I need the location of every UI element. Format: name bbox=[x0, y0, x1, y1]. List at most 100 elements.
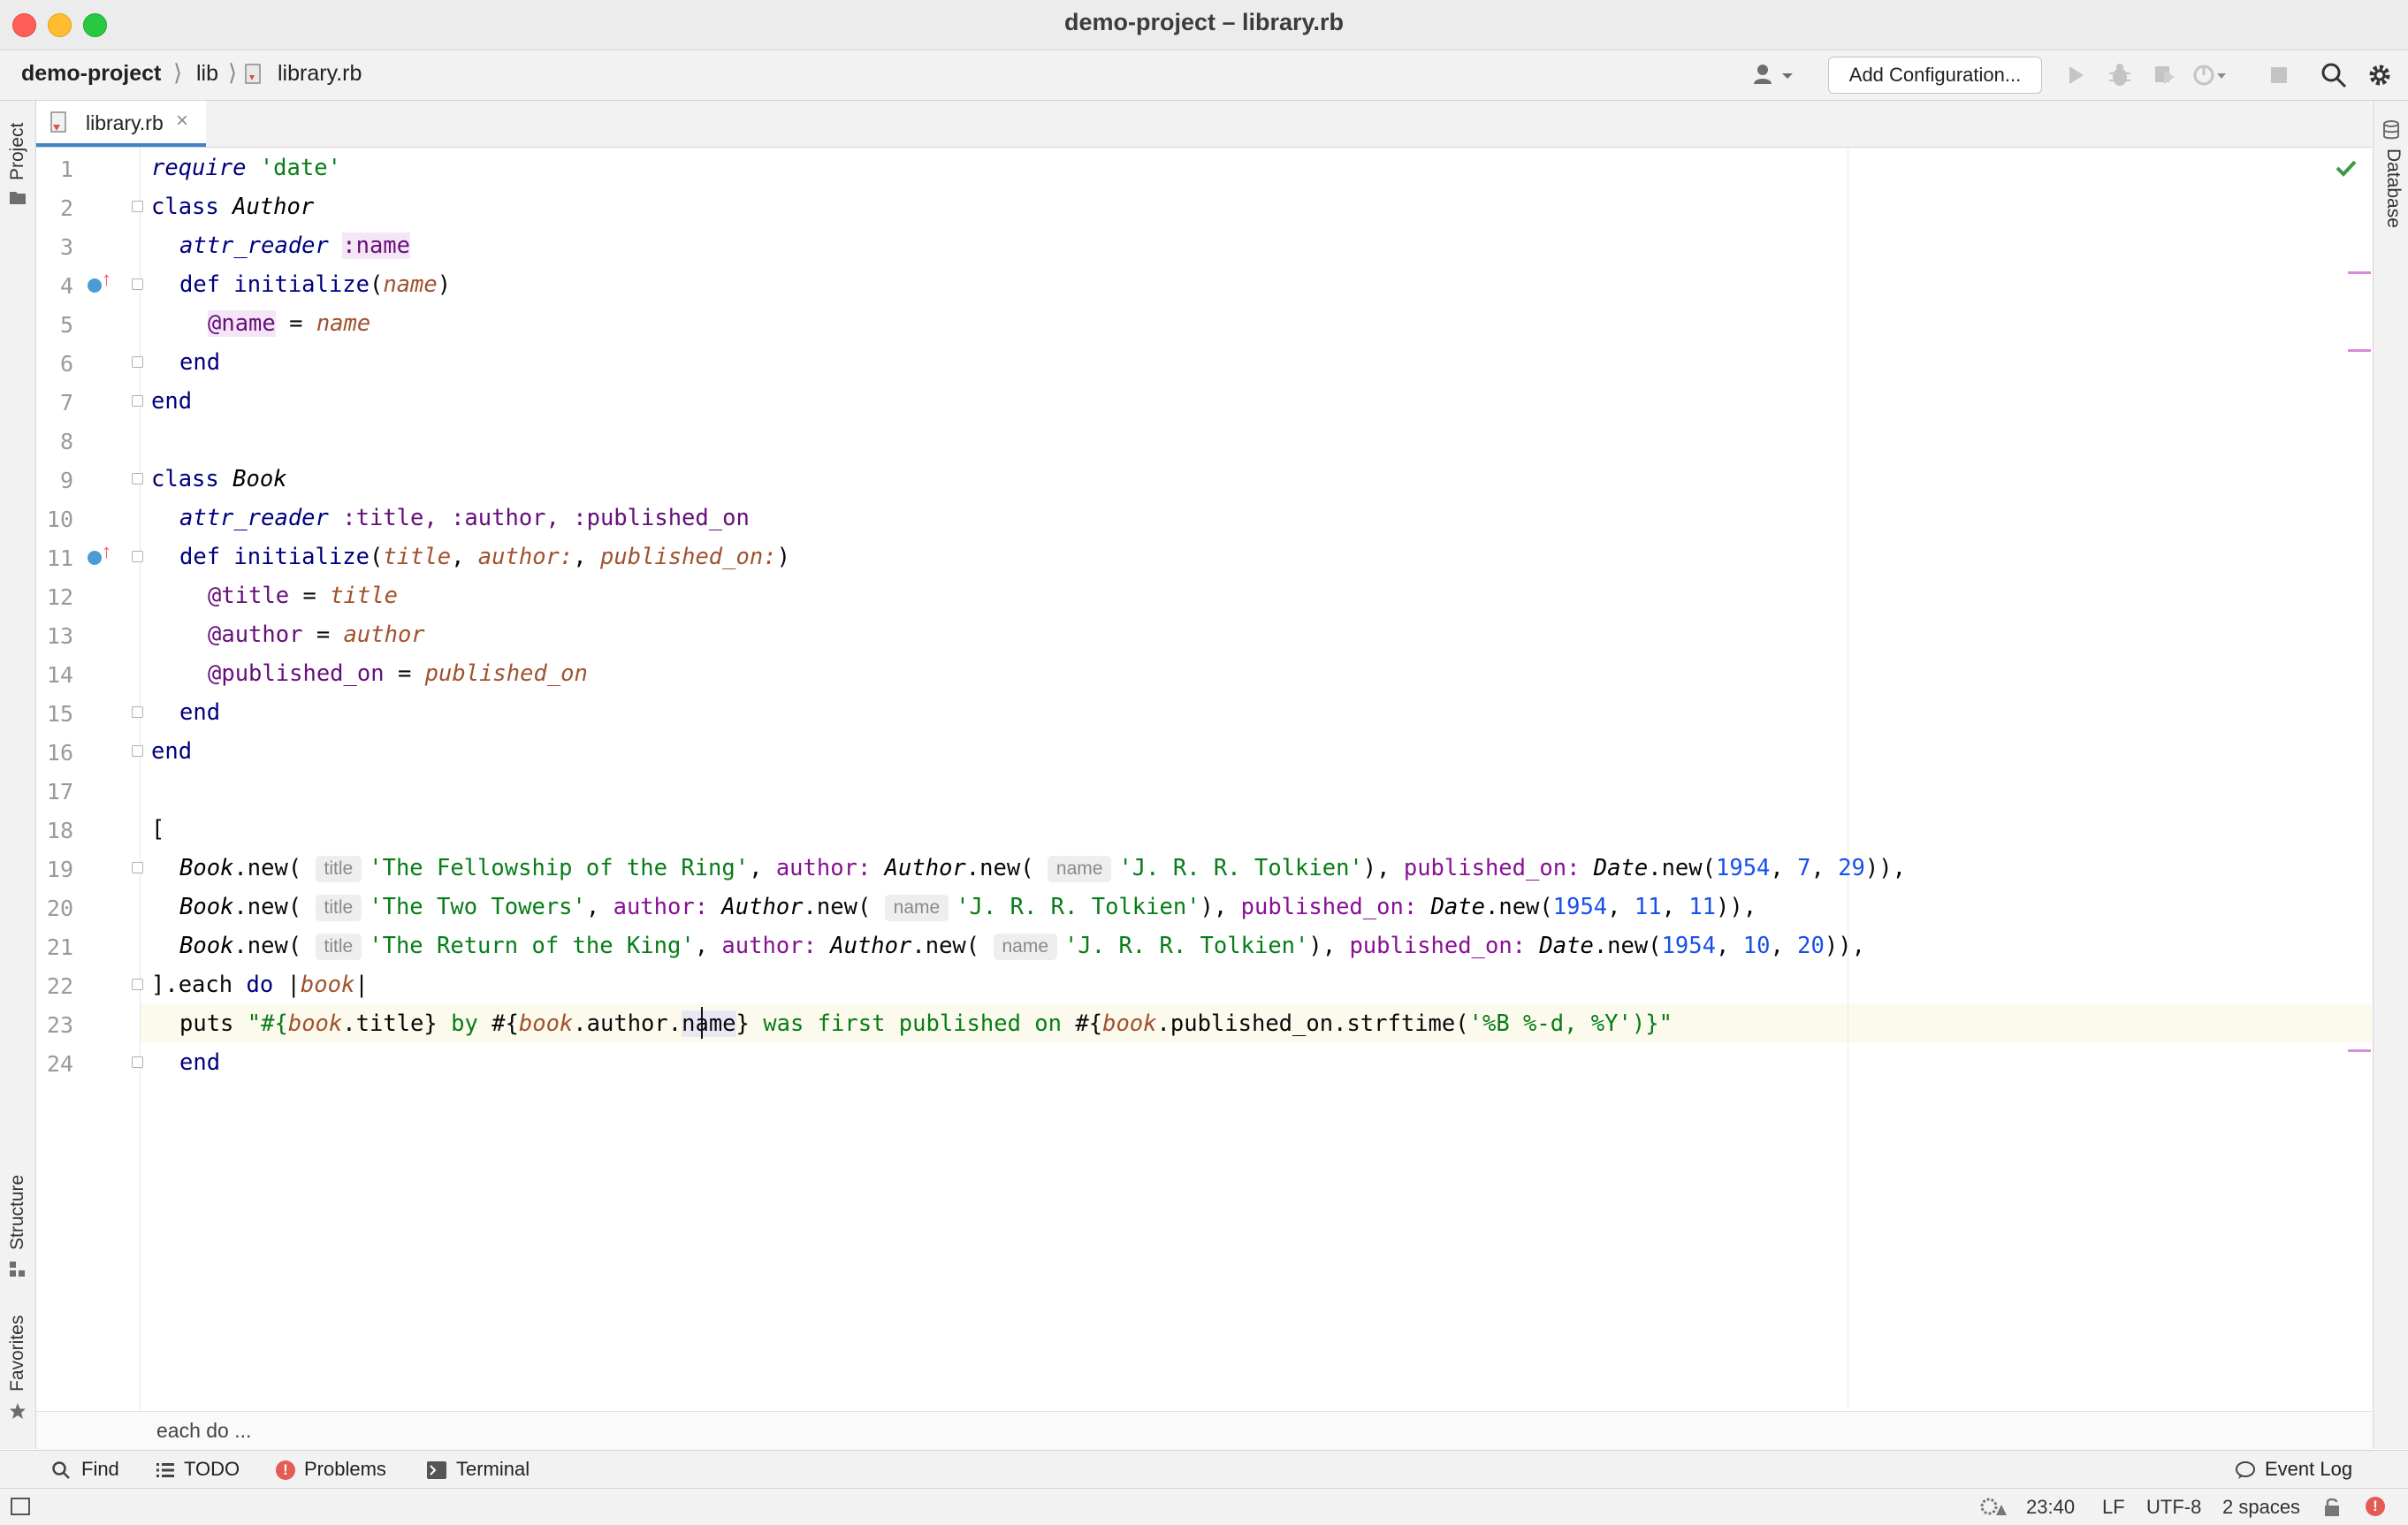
notification-error-icon[interactable]: ! bbox=[2366, 1497, 2385, 1516]
breadcrumb-lib[interactable]: lib bbox=[196, 61, 218, 87]
fold-marker-icon[interactable] bbox=[132, 1056, 143, 1068]
coverage-icon[interactable] bbox=[2150, 61, 2178, 89]
project-tool-tab[interactable]: Project bbox=[7, 123, 28, 180]
breadcrumb-file[interactable]: library.rb bbox=[278, 61, 362, 87]
profile-icon[interactable] bbox=[2192, 61, 2226, 89]
code-line-3: attr_reader :name bbox=[179, 233, 411, 259]
code-token: end bbox=[179, 699, 221, 726]
fold-marker-icon[interactable] bbox=[132, 979, 143, 990]
line-number: 11 bbox=[46, 545, 73, 571]
code-line-1: require 'date' bbox=[151, 155, 341, 181]
code-token: } bbox=[735, 1010, 764, 1037]
code-token: author: bbox=[613, 894, 709, 920]
todo-tool-button[interactable]: TODO bbox=[184, 1458, 240, 1481]
run-icon[interactable] bbox=[2061, 61, 2090, 89]
code-token: 11 bbox=[1688, 894, 1717, 920]
code-token: .new( bbox=[1593, 933, 1662, 959]
code-token: author: bbox=[721, 933, 817, 959]
gear-warning-icon[interactable] bbox=[1978, 1496, 2008, 1523]
breadcrumb-project[interactable]: demo-project bbox=[21, 61, 161, 87]
code-token: 'date' bbox=[259, 155, 341, 181]
code-token: , bbox=[1716, 933, 1743, 959]
code-token: .new( bbox=[233, 855, 302, 881]
code-token: Date bbox=[1593, 855, 1649, 881]
code-token: def bbox=[179, 271, 221, 298]
lock-icon[interactable] bbox=[2323, 1497, 2341, 1522]
structure-tool-tab[interactable]: Structure bbox=[7, 1175, 28, 1250]
line-number: 13 bbox=[46, 623, 73, 649]
vcs-user-icon[interactable] bbox=[1752, 61, 1793, 89]
code-token: require bbox=[151, 155, 247, 181]
fold-marker-icon[interactable] bbox=[132, 745, 143, 757]
fold-marker-icon[interactable] bbox=[132, 201, 143, 212]
find-tool-button[interactable]: Find bbox=[81, 1458, 119, 1481]
fold-marker-icon[interactable] bbox=[132, 551, 143, 562]
window-title: demo-project – library.rb bbox=[1063, 9, 1345, 35]
database-tool-tab[interactable]: Database bbox=[2382, 149, 2404, 228]
event-log-tool-button[interactable]: Event Log bbox=[2265, 1458, 2352, 1481]
code-line-20: Book.new( title 'The Two Towers', author:… bbox=[179, 894, 1757, 921]
code-line-23: puts "#{book.title} by #{book.author.nam… bbox=[179, 1010, 1673, 1037]
close-tab-icon[interactable]: × bbox=[176, 109, 188, 133]
code-token: Book bbox=[179, 933, 234, 959]
code-token: class bbox=[151, 194, 219, 220]
fold-marker-icon[interactable] bbox=[132, 473, 143, 484]
code-token: )), bbox=[1716, 894, 1757, 920]
code-token: :title, :author, :published_on bbox=[342, 505, 750, 531]
override-marker-icon[interactable] bbox=[88, 278, 102, 293]
line-number: 4 bbox=[59, 273, 73, 299]
code-token: 1954 bbox=[1552, 894, 1608, 920]
fold-marker-icon[interactable] bbox=[132, 356, 143, 368]
code-token: Author bbox=[830, 933, 912, 959]
line-number: 6 bbox=[59, 351, 73, 377]
code-token: )}" bbox=[1631, 1010, 1673, 1037]
code-token: , bbox=[1661, 894, 1689, 920]
checkmark-icon[interactable] bbox=[2335, 158, 2358, 182]
code-token: ), bbox=[1200, 894, 1241, 920]
code-token: [ bbox=[151, 816, 165, 843]
line-number: 19 bbox=[46, 857, 73, 882]
code-editor[interactable]: 1 2 3 4 5 6 7 8 9 10 11 12 13 14 15 16 1… bbox=[36, 148, 2372, 1410]
code-line-24: end bbox=[179, 1049, 220, 1076]
code-token: published_on: bbox=[1240, 894, 1418, 920]
parameter-hint: title bbox=[315, 856, 362, 882]
code-token: 'The Fellowship of the Ring' bbox=[369, 855, 750, 881]
override-marker-icon[interactable] bbox=[88, 551, 102, 565]
code-token: title bbox=[383, 544, 452, 570]
file-encoding[interactable]: UTF-8 bbox=[2146, 1496, 2201, 1519]
terminal-tool-button[interactable]: Terminal bbox=[456, 1458, 530, 1481]
line-separator[interactable]: LF bbox=[2102, 1496, 2125, 1519]
search-icon[interactable] bbox=[2320, 61, 2348, 89]
scrollbar-marker[interactable] bbox=[2348, 1049, 2371, 1052]
fold-marker-icon[interactable] bbox=[132, 278, 143, 290]
caret-position[interactable]: 23:40 bbox=[2026, 1496, 2075, 1519]
code-token: name bbox=[383, 271, 438, 298]
add-configuration-button[interactable]: Add Configuration... bbox=[1828, 57, 2042, 94]
code-token: @name bbox=[208, 310, 276, 337]
indent-setting[interactable]: 2 spaces bbox=[2222, 1496, 2300, 1519]
code-line-15: end bbox=[179, 699, 220, 726]
code-line-13: @author = author bbox=[208, 621, 425, 648]
line-number: 15 bbox=[46, 701, 73, 727]
stop-icon[interactable] bbox=[2265, 61, 2293, 89]
fold-marker-icon[interactable] bbox=[132, 395, 143, 407]
scope-breadcrumb[interactable]: each do ... bbox=[156, 1419, 251, 1443]
code-token: "#{ bbox=[233, 1010, 288, 1037]
parameter-hint: title bbox=[315, 895, 362, 921]
layout-toggle-icon[interactable] bbox=[11, 1498, 30, 1515]
line-number: 5 bbox=[59, 312, 73, 338]
parameter-hint: name bbox=[1047, 856, 1112, 882]
breadcrumb-separator: ⟩ bbox=[173, 59, 183, 86]
text-cursor bbox=[701, 1007, 703, 1039]
scrollbar-marker[interactable] bbox=[2348, 271, 2371, 274]
code-token: .new( bbox=[233, 933, 302, 959]
debug-icon[interactable] bbox=[2106, 61, 2134, 89]
settings-gear-icon[interactable] bbox=[2366, 61, 2394, 89]
favorites-tool-tab[interactable]: Favorites bbox=[7, 1315, 28, 1392]
line-number: 22 bbox=[46, 973, 73, 999]
fold-marker-icon[interactable] bbox=[132, 706, 143, 718]
scrollbar-marker[interactable] bbox=[2348, 349, 2371, 352]
tab-library-rb[interactable]: library.rb × bbox=[36, 101, 206, 147]
fold-marker-icon[interactable] bbox=[132, 862, 143, 873]
problems-tool-button[interactable]: Problems bbox=[304, 1458, 386, 1481]
